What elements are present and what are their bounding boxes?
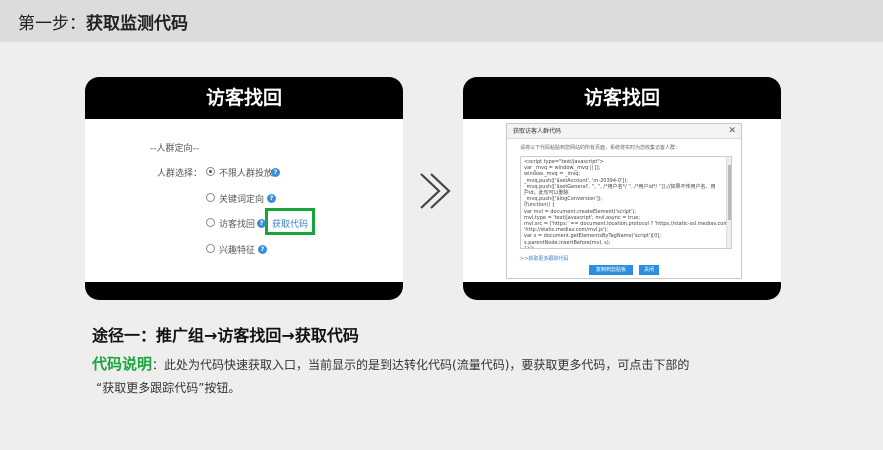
get-code-link[interactable]: 获取代码 xyxy=(272,217,308,230)
step-title: 获取监测代码 xyxy=(86,14,188,34)
description-label: 代码说明 xyxy=(92,355,153,373)
left-panel-title: 访客找回 xyxy=(205,87,282,109)
route-heading: 途径一：推广组→访客找回→获取代码 xyxy=(92,326,359,345)
more-code-link[interactable]: >>获取更多跟踪代码 xyxy=(520,255,568,262)
close-icon[interactable]: ✕ xyxy=(728,124,736,139)
header-bar: 第一步：获取监测代码 xyxy=(0,0,883,42)
close-button[interactable]: 关闭 xyxy=(639,265,659,275)
question-icon[interactable]: ? xyxy=(267,194,276,203)
option-label-2: 关键词定向 xyxy=(219,195,265,205)
dialog-info: 请将以下代码粘贴到您网站的所有页面，系统将实时为您收集访客人群： xyxy=(520,145,681,151)
question-icon[interactable]: ? xyxy=(271,168,280,177)
field-label: 人群选择： xyxy=(157,169,203,179)
right-panel-body: 获取访客人群代码 ✕ 请将以下代码粘贴到您网站的所有页面，系统将实时为您收集访客… xyxy=(463,119,781,282)
left-panel-body: --人群定向-- 人群选择： 不限人群投放 ? 关键词定向 ? 访客找回 ? 获… xyxy=(85,119,403,282)
radio-option-3[interactable] xyxy=(206,218,215,227)
option-label-4: 兴趣特征 xyxy=(219,246,256,256)
right-screenshot-panel: 访客找回 获取访客人群代码 ✕ 请将以下代码粘贴到您网站的所有页面，系统将实时为… xyxy=(463,77,781,300)
code-dialog: 获取访客人群代码 ✕ 请将以下代码粘贴到您网站的所有页面，系统将实时为您收集访客… xyxy=(506,123,742,279)
radio-option-2[interactable] xyxy=(206,193,215,202)
question-icon[interactable]: ? xyxy=(258,245,267,254)
code-scrollbar[interactable] xyxy=(726,157,731,248)
step-heading: 第一步：获取监测代码 xyxy=(18,9,188,34)
option-label-3: 访客找回 xyxy=(219,220,256,230)
radio-option-4[interactable] xyxy=(206,244,215,253)
right-panel-title: 访客找回 xyxy=(583,87,660,109)
get-code-highlight: 获取代码 xyxy=(265,208,315,235)
left-screenshot-panel: 访客找回 --人群定向-- 人群选择： 不限人群投放 ? 关键词定向 ? 访客找… xyxy=(85,77,403,300)
code-textarea[interactable]: <script type="text/javascript"> var _mvq… xyxy=(520,156,732,249)
radio-option-1[interactable] xyxy=(206,167,215,176)
option-label-1: 不限人群投放 xyxy=(219,169,274,179)
chevron-right-icon xyxy=(420,173,451,209)
code-line: _mvq.push(['$setGeneral', '', '', /*用户名*… xyxy=(524,183,716,197)
description-text-1: ：此处为代码快速获取入口，当前显示的是到达转化代码(流量代码)，要获取更多代码，… xyxy=(152,358,690,372)
dialog-header: 获取访客人群代码 ✕ xyxy=(507,124,741,139)
description-line-1: 代码说明：此处为代码快速获取入口，当前显示的是到达转化代码(流量代码)，要获取更… xyxy=(92,353,689,374)
section-label: --人群定向-- xyxy=(150,144,199,154)
dialog-title: 获取访客人群代码 xyxy=(513,128,562,135)
description-line-2: “获取更多跟踪代码”按钮。 xyxy=(96,381,241,395)
copy-button[interactable]: 复制到剪贴板 xyxy=(589,265,633,275)
code-line: })(); xyxy=(524,245,535,249)
step-prefix: 第一步： xyxy=(18,14,86,34)
